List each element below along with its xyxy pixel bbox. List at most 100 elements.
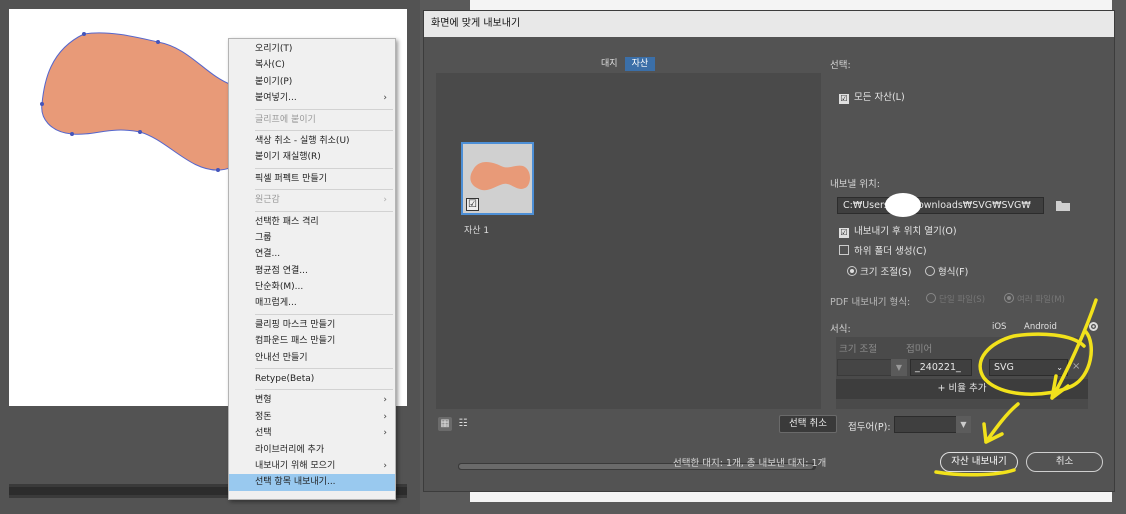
status-text: 선택한 대지: 1개, 총 내보낸 대지: 1개 <box>673 458 827 469</box>
pdf-export-label: PDF 내보내기 형식: <box>830 297 911 308</box>
menu-item-cut[interactable]: 오리기(T) <box>229 41 395 57</box>
blob-path[interactable] <box>41 32 246 171</box>
menu-separator <box>255 368 393 370</box>
create-subfolders-checkbox[interactable] <box>839 245 849 255</box>
all-assets-label: 모든 자산(L) <box>854 92 905 103</box>
anchor-point[interactable] <box>216 168 220 172</box>
scale-radio[interactable] <box>847 266 857 276</box>
anchor-point[interactable] <box>70 132 74 136</box>
format-select[interactable]: SVG ⌄ <box>989 359 1068 376</box>
menu-item-label: 클리핑 마스크 만들기 <box>255 319 336 330</box>
all-assets-option[interactable]: ☑ 모든 자산(L) <box>839 89 905 104</box>
menu-item-collect-for-export[interactable]: 내보내기 위해 모으기 › <box>229 458 395 474</box>
prefix-label: 접두어(P): <box>848 422 891 433</box>
menu-item-group[interactable]: 그룹 <box>229 230 395 246</box>
open-after-export-option[interactable]: ☑ 내보내기 후 위치 열기(O) <box>839 223 957 238</box>
menu-item-pixel-perfect[interactable]: 픽셀 퍼펙트 만들기 <box>229 171 395 187</box>
menu-item-label: 붙이기(P) <box>255 76 293 87</box>
menu-item-average-join[interactable]: 평균점 연결... <box>229 263 395 279</box>
menu-item-add-to-library[interactable]: 라이브러리에 추가 <box>229 442 395 458</box>
menu-item-compound-path[interactable]: 컴파운드 패스 만들기 <box>229 333 395 349</box>
menu-item-undo[interactable]: 색상 취소 - 실행 취소(U) <box>229 133 395 149</box>
menu-separator <box>255 189 393 191</box>
open-after-export-checkbox[interactable]: ☑ <box>839 228 849 238</box>
asset-preview-panel: ☑ 자산 1 <box>436 73 821 470</box>
menu-item-clipping-mask[interactable]: 클리핑 마스크 만들기 <box>229 317 395 333</box>
dialog-title: 화면에 맞게 내보내기 <box>424 11 1114 37</box>
menu-item-label: 컴파운드 패스 만들기 <box>255 336 336 347</box>
export-path-field[interactable]: C:₩Users₩ ₩Downloads₩SVG₩SVG₩ <box>837 197 1044 214</box>
export-assets-button[interactable]: 자산 내보내기 <box>940 452 1018 472</box>
menu-item-make-guides[interactable]: 안내선 만들기 <box>229 350 395 366</box>
menu-item-smooth[interactable]: 매끄럽게... <box>229 295 395 311</box>
cancel-button[interactable]: 취소 <box>1026 452 1103 472</box>
menu-item-redo[interactable]: 붙이기 재실행(R) <box>229 149 395 165</box>
formats-label: 서식: <box>830 324 851 335</box>
menu-item-label: 원근감 <box>255 195 280 206</box>
menu-item-copy[interactable]: 복사(C) <box>229 57 395 73</box>
menu-item-label: 평균점 연결... <box>255 265 308 276</box>
menu-separator <box>255 129 393 131</box>
menu-item-label: 그룹 <box>255 232 272 243</box>
list-view-icon[interactable]: ☷ <box>456 417 470 431</box>
submenu-arrow-icon: › <box>383 395 387 406</box>
menu-item-transform[interactable]: 변형 › <box>229 392 395 408</box>
submenu-arrow-icon: › <box>383 428 387 439</box>
suffix-input[interactable]: _240221_ <box>910 359 972 376</box>
menu-item-label: 픽셀 퍼펙트 만들기 <box>255 173 327 184</box>
clear-selection-button[interactable]: 선택 취소 <box>779 415 837 433</box>
context-menu: 오리기(T) 복사(C) 붙이기(P) 붙여넣기... › 글리프에 붙이기 색상… <box>228 38 396 500</box>
all-assets-checkbox[interactable]: ☑ <box>839 94 849 104</box>
open-after-export-label: 내보내기 후 위치 열기(O) <box>854 226 957 237</box>
pdf-single-option: 단일 파일(S) <box>926 293 985 305</box>
menu-item-paste-glyph: 글리프에 붙이기 <box>229 112 395 128</box>
menu-item-label: 단순화(M)... <box>255 282 304 293</box>
menu-item-export-selection[interactable]: 선택 항목 내보내기... <box>229 474 395 491</box>
anchor-point[interactable] <box>138 130 142 134</box>
menu-item-label: 선택 <box>255 428 272 439</box>
create-subfolders-label: 하위 폴더 생성(C) <box>854 246 927 257</box>
pdf-multi-radio <box>1004 293 1014 303</box>
menu-item-perspective: 원근감 › <box>229 192 395 208</box>
menu-item-simplify[interactable]: 단순화(M)... <box>229 279 395 295</box>
remove-format-icon[interactable]: × <box>1072 361 1080 372</box>
format-radio[interactable] <box>925 266 935 276</box>
asset-checkbox[interactable]: ☑ <box>466 198 479 211</box>
menu-item-join[interactable]: 연결... <box>229 246 395 262</box>
add-scale-button[interactable]: + 비율 추가 <box>836 379 1088 399</box>
chevron-down-icon[interactable]: ▼ <box>956 416 971 433</box>
gear-icon[interactable] <box>1088 321 1099 332</box>
menu-item-retype[interactable]: Retype(Beta) <box>229 371 395 387</box>
menu-item-label: 변형 <box>255 395 272 406</box>
scale-radio-option[interactable]: 크기 조절(S) <box>847 264 911 278</box>
chevron-down-icon[interactable]: ▼ <box>891 359 907 376</box>
format-select-value: SVG <box>994 362 1014 373</box>
grid-view-icon[interactable]: ▦ <box>438 417 452 431</box>
menu-item-isolate-path[interactable]: 선택한 패스 격리 <box>229 214 395 230</box>
android-preset-link[interactable]: Android <box>1024 322 1057 332</box>
column-scale-header: 크기 조절 <box>839 344 877 355</box>
menu-item-select[interactable]: 선택 › <box>229 425 395 441</box>
scale-radio-label: 크기 조절(S) <box>860 267 912 278</box>
menu-item-paste[interactable]: 붙이기(P) <box>229 74 395 90</box>
menu-item-paste-special[interactable]: 붙여넣기... › <box>229 90 395 106</box>
menu-item-arrange[interactable]: 정돈 › <box>229 409 395 425</box>
folder-icon[interactable] <box>1056 200 1070 211</box>
menu-item-label: 선택 항목 내보내기... <box>255 477 336 488</box>
export-dialog: 화면에 맞게 내보내기 ☑ 자산 1 대지 자산 ▦ ☷ <box>423 10 1115 492</box>
menu-item-label: 내보내기 위해 모으기 <box>255 460 336 471</box>
format-radio-option[interactable]: 형식(F) <box>925 264 968 278</box>
anchor-point[interactable] <box>156 40 160 44</box>
anchor-point[interactable] <box>82 32 86 36</box>
ios-preset-link[interactable]: iOS <box>992 322 1006 332</box>
pdf-single-radio <box>926 293 936 303</box>
menu-separator <box>255 210 393 212</box>
tab-artboards[interactable]: 대지 <box>594 57 625 71</box>
submenu-arrow-icon: › <box>383 195 387 206</box>
tab-assets[interactable]: 자산 <box>624 57 656 71</box>
asset-thumbnail[interactable]: ☑ <box>461 142 534 215</box>
selection-label: 선택: <box>830 60 851 71</box>
anchor-point[interactable] <box>40 102 44 106</box>
menu-item-label: 오리기(T) <box>255 44 293 54</box>
create-subfolders-option[interactable]: 하위 폴더 생성(C) <box>839 243 927 257</box>
